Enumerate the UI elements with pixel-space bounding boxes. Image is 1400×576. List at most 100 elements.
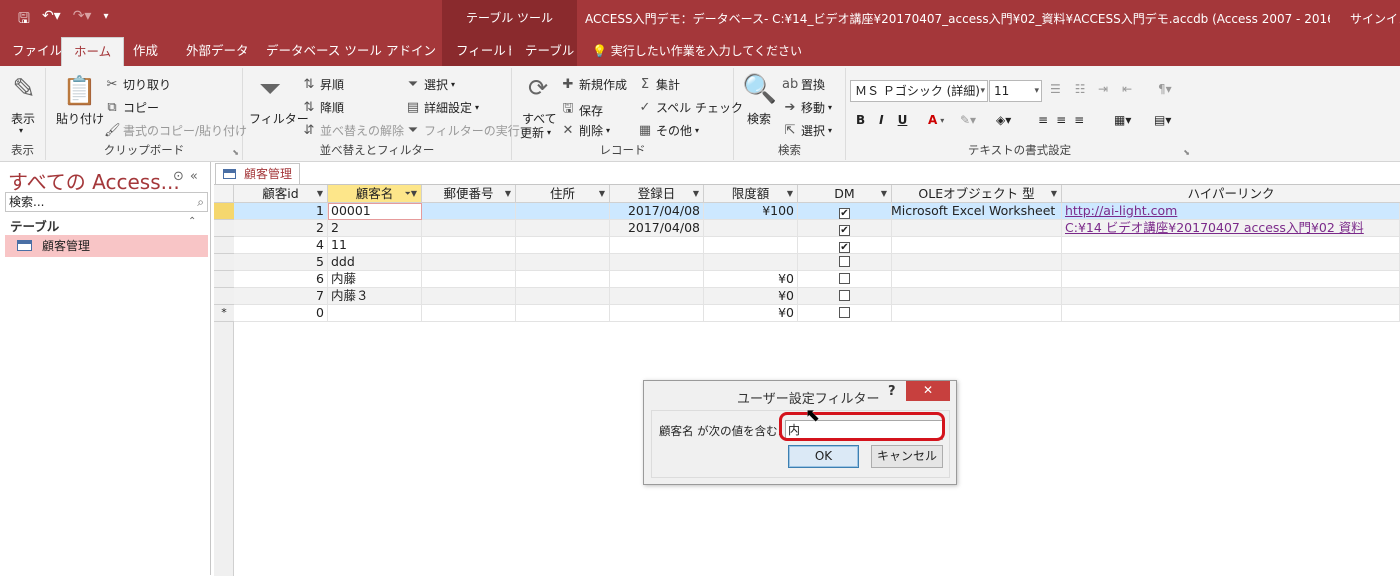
cell-id[interactable]: 1	[234, 203, 328, 220]
row-color-icon[interactable]: ▤▾	[1154, 113, 1171, 127]
cell-hyperlink[interactable]	[1062, 305, 1400, 322]
chevron-down-icon[interactable]: ▼	[1051, 185, 1057, 202]
cell-date[interactable]: 2017/04/08	[610, 220, 704, 237]
customize-icon[interactable]: ▾	[103, 8, 108, 32]
record-selector[interactable]	[214, 203, 234, 220]
magnifier-icon[interactable]: 🔍	[742, 72, 777, 105]
record-selector[interactable]	[214, 237, 234, 254]
refresh-icon[interactable]: ⟳	[524, 74, 552, 102]
cell-zip[interactable]	[422, 271, 516, 288]
cell-address[interactable]	[516, 220, 610, 237]
cell-date[interactable]	[610, 237, 704, 254]
cell-address[interactable]	[516, 203, 610, 220]
numbering-icon[interactable]: ☷	[1075, 82, 1086, 96]
column-header-limit[interactable]: 限度額 ▼	[704, 185, 798, 203]
cell-limit[interactable]	[704, 254, 798, 271]
checked-checkbox-icon[interactable]: ✔	[839, 225, 850, 236]
unchecked-checkbox-icon[interactable]	[839, 256, 850, 267]
copy-button[interactable]: ⧉ コピー	[104, 99, 159, 116]
paste-button[interactable]: 貼り付け	[56, 110, 104, 127]
cell-address[interactable]	[516, 271, 610, 288]
column-header-address[interactable]: 住所 ▼	[516, 185, 610, 203]
nav-search-input[interactable]: 検索... ⌕	[5, 192, 208, 212]
collapse-pane-icon[interactable]: «	[190, 169, 198, 184]
totals-button[interactable]: Σ 集計	[637, 76, 680, 93]
save-icon[interactable]: 🖫	[18, 8, 30, 32]
cell-ole[interactable]: Microsoft Excel Worksheet	[892, 203, 1062, 220]
chevron-down-icon[interactable]: ▼	[599, 185, 605, 202]
column-header-zip[interactable]: 郵便番号 ▼	[422, 185, 516, 203]
highlight-icon[interactable]: ✎▾	[960, 113, 976, 127]
cell-name[interactable]: 2	[328, 220, 422, 237]
chevron-down-icon[interactable]: ▼	[787, 185, 793, 202]
gridlines-icon[interactable]: ▦▾	[1114, 113, 1131, 127]
column-header-dm[interactable]: DM ▼	[798, 185, 892, 203]
cell-hyperlink[interactable]	[1062, 271, 1400, 288]
filter-icon[interactable]: ⏷▼	[404, 185, 417, 202]
fill-color-icon[interactable]: ◈▾	[996, 113, 1011, 127]
tab-file[interactable]: ファイル	[12, 36, 62, 66]
cell-date[interactable]: 2017/04/08	[610, 203, 704, 220]
cell-hyperlink[interactable]	[1062, 237, 1400, 254]
italic-button[interactable]: I	[879, 113, 883, 127]
replace-button[interactable]: ab 置換	[782, 76, 825, 93]
cell-ole[interactable]	[892, 305, 1062, 322]
filter-button[interactable]: フィルター	[249, 110, 309, 127]
checked-checkbox-icon[interactable]: ✔	[839, 208, 850, 219]
remove-sort-button[interactable]: ⇵ 並べ替えの解除	[301, 122, 404, 139]
cell-id[interactable]: 6	[234, 271, 328, 288]
column-header-ole[interactable]: OLEオブジェクト 型 ▼	[892, 185, 1062, 203]
nav-title[interactable]: すべての Access...	[8, 166, 180, 195]
cell-address[interactable]	[516, 237, 610, 254]
font-size-combo[interactable]: 11 ▾	[989, 80, 1042, 102]
cell-limit[interactable]: ¥0	[704, 305, 798, 322]
table-row[interactable]: * 0 ¥0	[214, 305, 1400, 322]
cell-hyperlink[interactable]: http://ai-light.com	[1062, 203, 1400, 220]
chevron-down-icon[interactable]: ▼	[881, 185, 887, 202]
tab-customer-table[interactable]: 顧客管理	[215, 163, 300, 184]
record-selector[interactable]	[214, 288, 234, 305]
column-header-id[interactable]: 顧客id ▼	[234, 185, 328, 203]
table-row[interactable]: 7 内藤３ ¥0	[214, 288, 1400, 305]
cell-dm[interactable]	[798, 305, 892, 322]
tab-create[interactable]: 作成	[133, 36, 158, 66]
cell-limit[interactable]: ¥0	[704, 288, 798, 305]
bold-button[interactable]: B	[856, 113, 865, 127]
cell-dm[interactable]: ✔	[798, 220, 892, 237]
cell-ole[interactable]	[892, 288, 1062, 305]
cell-hyperlink[interactable]	[1062, 254, 1400, 271]
table-row[interactable]: 6 内藤 ¥0	[214, 271, 1400, 288]
cell-hyperlink[interactable]	[1062, 288, 1400, 305]
cell-name[interactable]: 11	[328, 237, 422, 254]
cell-id[interactable]: 0	[234, 305, 328, 322]
cell-date[interactable]	[610, 254, 704, 271]
tab-external-data[interactable]: 外部データ	[186, 36, 249, 66]
cancel-button[interactable]: キャンセル	[871, 445, 943, 468]
align-center-icon[interactable]: ≡	[1056, 113, 1066, 127]
table-row[interactable]: 4 11 ✔	[214, 237, 1400, 254]
chevron-down-icon[interactable]: ▼	[505, 185, 511, 202]
cell-zip[interactable]	[422, 220, 516, 237]
nav-menu-icon[interactable]: ⊙	[173, 169, 184, 184]
dialog-launcher-icon[interactable]: ⬊	[232, 148, 239, 157]
cell-limit[interactable]: ¥100	[704, 203, 798, 220]
cell-zip[interactable]	[422, 288, 516, 305]
cell-zip[interactable]	[422, 254, 516, 271]
unchecked-checkbox-icon[interactable]	[839, 307, 850, 318]
filter-icon[interactable]: ⏷	[255, 72, 285, 106]
advanced-button[interactable]: ▤ 詳細設定 ▾	[405, 99, 479, 116]
cell-id[interactable]: 4	[234, 237, 328, 254]
view-button[interactable]: 表示	[11, 110, 35, 127]
table-row[interactable]: 2 2 2017/04/08 ✔ C:¥14 ビデオ講座¥20170407 access…	[214, 220, 1400, 237]
sort-ascending-button[interactable]: ⇅ 昇順	[301, 76, 344, 93]
table-row[interactable]: 1 00001 2017/04/08 ¥100 ✔ Microsoft Excel Wor…	[214, 203, 1400, 220]
unchecked-checkbox-icon[interactable]	[839, 290, 850, 301]
cell-ole[interactable]	[892, 254, 1062, 271]
nav-item-customer-table[interactable]: 顧客管理	[5, 235, 208, 257]
ok-button[interactable]: OK	[788, 445, 859, 468]
cell-name[interactable]: 内藤３	[328, 288, 422, 305]
nav-section-tables[interactable]: テーブル ⌃	[10, 216, 196, 235]
cell-ole[interactable]	[892, 271, 1062, 288]
column-header-date[interactable]: 登録日 ▼	[610, 185, 704, 203]
hyperlink[interactable]: http://ai-light.com	[1065, 203, 1177, 218]
